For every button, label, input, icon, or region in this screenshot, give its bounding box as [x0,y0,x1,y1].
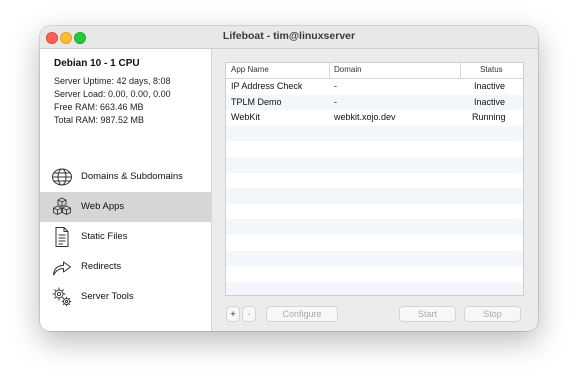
server-load: Server Load: 0.00, 0.00, 0.00 [54,89,171,99]
total-ram: Total RAM: 987.52 MB [54,115,145,125]
server-name: Debian 10 - 1 CPU [54,58,140,69]
column-divider[interactable] [460,63,461,78]
status-cell: Running [472,112,506,123]
app-name-cell: IP Address Check [231,81,303,91]
domain-cell: - [334,96,337,107]
empty-row [226,157,523,173]
app-name-cell: TPLM Demo [231,96,282,107]
sidebar-item-label: Domains & Subdomains [81,171,183,182]
add-button[interactable]: + [226,306,240,322]
document-icon [55,227,69,247]
remove-button[interactable]: - [242,306,256,322]
sidebar-item-server-tools[interactable]: Server Tools [40,282,211,312]
empty-row [226,188,523,204]
sidebar-item-label: Web Apps [81,201,125,212]
stop-button[interactable]: Stop [464,306,521,322]
column-divider[interactable] [329,63,330,78]
empty-row [226,204,523,220]
cubes-icon [53,197,71,215]
column-header-status[interactable]: Status [480,65,503,74]
sidebar-item-domains[interactable]: Domains & Subdomains [40,162,211,192]
redirect-arrow-icon [53,261,71,276]
status-cell: Inactive [474,96,506,107]
table-row[interactable]: WebKit webkit.xojo.dev Running [226,110,523,126]
title-bar[interactable]: Lifeboat - tim@linuxserver [40,26,538,49]
empty-row [226,250,523,267]
gears-icon [52,287,72,307]
empty-row [226,266,523,282]
sidebar-item-label: Server Tools [81,291,134,302]
window-title: Lifeboat - tim@linuxserver [222,30,356,42]
empty-row [226,281,523,295]
app-name-cell: WebKit [231,112,260,123]
sidebar-item-web-apps[interactable]: Web Apps [40,192,211,222]
sidebar-item-static-files[interactable]: Static Files [40,222,211,252]
empty-row [226,173,523,189]
status-cell: Inactive [474,81,506,91]
configure-button[interactable]: Configure [266,306,338,322]
table-row[interactable]: IP Address Check - Inactive [226,79,523,95]
app-window: Lifeboat - tim@linuxserver Debian 10 - 1… [40,26,538,331]
table-header: App Name Domain Status [226,63,523,79]
column-header-app-name[interactable]: App Name [231,65,269,74]
main-panel: App Name Domain Status IP Address Check … [212,49,538,331]
free-ram: Free RAM: 663.46 MB [54,102,144,112]
domain-cell: webkit.xojo.dev [334,112,396,123]
web-apps-table[interactable]: App Name Domain Status IP Address Check … [225,62,524,296]
sidebar-item-redirects[interactable]: Redirects [40,252,211,282]
globe-icon [52,168,72,186]
empty-row [226,141,523,157]
start-button[interactable]: Start [399,306,456,322]
sidebar-item-label: Static Files [81,231,128,242]
column-header-domain[interactable]: Domain [334,65,362,74]
empty-row [226,235,523,251]
empty-row [226,219,523,235]
table-row[interactable]: TPLM Demo - Inactive [226,94,523,111]
sidebar: Debian 10 - 1 CPU Server Uptime: 42 days… [40,49,212,331]
empty-row [226,125,523,142]
server-uptime: Server Uptime: 42 days, 8:08 [54,76,171,86]
sidebar-item-label: Redirects [81,261,122,272]
domain-cell: - [334,81,337,91]
